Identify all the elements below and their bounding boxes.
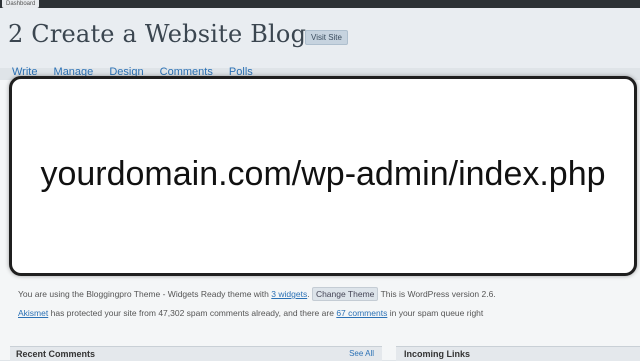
change-theme-button[interactable]: Change Theme <box>311 287 379 301</box>
admin-url-text: yourdomain.com/wp-admin/index.php <box>40 155 606 193</box>
incoming-links-title: Incoming Links <box>404 349 471 359</box>
spam-queue-text: in your spam queue right <box>389 308 484 318</box>
see-all-link[interactable]: See All <box>349 347 374 361</box>
dashboard-tab[interactable]: Dashboard <box>2 0 40 8</box>
wordpress-version-text: This is WordPress version 2.6. <box>380 289 496 299</box>
spam-comments-link[interactable]: 67 comments <box>336 308 387 318</box>
admin-top-bar: Dashboard <box>0 0 640 8</box>
visit-site-button[interactable]: Visit Site <box>305 30 348 45</box>
recent-comments-title: Recent Comments <box>16 349 96 359</box>
blog-title: 2 Create a Website Blog <box>8 20 307 48</box>
theme-info-line: You are using the Bloggingpro Theme - Wi… <box>18 287 496 301</box>
theme-info-prefix: You are using the Bloggingpro Theme - Wi… <box>18 289 269 299</box>
url-callout-overlay: yourdomain.com/wp-admin/index.php <box>9 76 637 276</box>
widgets-link[interactable]: 3 widgets <box>271 289 307 299</box>
akismet-link[interactable]: Akismet <box>18 308 48 318</box>
akismet-text: has protected your site from 47,302 spam… <box>50 308 334 318</box>
recent-comments-box-header: Recent Comments See All <box>10 346 382 361</box>
incoming-links-box-header: Incoming Links <box>396 346 640 361</box>
akismet-info-line: Akismet has protected your site from 47,… <box>18 308 483 318</box>
